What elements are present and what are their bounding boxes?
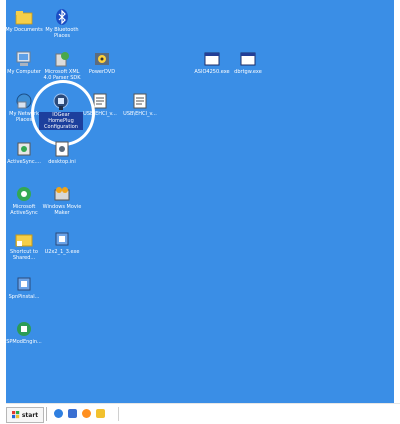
exe-window-icon xyxy=(203,50,221,68)
installer-icon xyxy=(15,320,33,338)
icon-label: desktop.ini xyxy=(48,159,76,165)
icon-label: SpnPinstal... xyxy=(8,294,40,300)
icon-label: U2x2_1_3.exe xyxy=(44,249,80,255)
icon-label: dbrtgw.exe xyxy=(234,69,262,75)
shortcut-folder-icon xyxy=(15,230,33,248)
bluetooth-icon xyxy=(53,8,71,26)
computer-icon xyxy=(15,50,33,68)
activesync-icon xyxy=(15,140,33,158)
network-icon xyxy=(15,92,33,110)
taskbar-separator xyxy=(118,407,119,421)
desktop-icon-spinpinstall[interactable]: SpnPinstal... xyxy=(2,275,46,300)
movie-maker-icon xyxy=(53,185,71,203)
highlight-circle xyxy=(31,80,95,146)
icon-label: PowerDVD xyxy=(88,69,116,75)
folder-icon xyxy=(15,8,33,26)
start-label: start xyxy=(21,411,39,419)
desktop-icon-my-bluetooth-places[interactable]: My Bluetooth Places xyxy=(40,8,84,39)
sync-icon xyxy=(15,185,33,203)
folder-icon[interactable] xyxy=(96,409,105,418)
desktop-icon-spmodengin[interactable]: SPModEngin... xyxy=(2,320,46,345)
desktop-icon-usb-2[interactable]: USB\EHCI_v... xyxy=(118,92,162,117)
dvd-player-icon xyxy=(93,50,111,68)
desktop-icon-windows-movie-maker[interactable]: Windows Movie Maker xyxy=(40,185,84,216)
icon-label: SPModEngin... xyxy=(6,339,42,345)
outlook-icon[interactable] xyxy=(68,409,77,418)
installer-icon xyxy=(15,275,33,293)
desktop-icon-desktop-ini[interactable]: desktop.ini xyxy=(40,140,84,165)
desktop-icon-microsoft-xml[interactable]: Microsoft XML 4.0 Parser SDK xyxy=(40,50,84,81)
icon-label: My Bluetooth Places xyxy=(45,27,79,39)
taskbar-separator xyxy=(46,407,47,421)
icon-label: USB\EHCI_v... xyxy=(123,111,157,117)
xml-sdk-icon xyxy=(53,50,71,68)
start-button[interactable]: start xyxy=(6,407,44,423)
settings-file-icon xyxy=(53,140,71,158)
taskbar: start xyxy=(6,403,400,424)
exe-window-icon xyxy=(239,50,257,68)
desktop-icon-dbtgw[interactable]: dbrtgw.exe xyxy=(226,50,270,75)
desktop-icon-u2[interactable]: U2x2_1_3.exe xyxy=(40,230,84,255)
document-icon xyxy=(131,92,149,110)
installer-icon xyxy=(53,230,71,248)
windows-flag-icon xyxy=(11,411,20,419)
icon-label: Windows Movie Maker xyxy=(42,204,82,216)
media-player-icon[interactable] xyxy=(82,409,91,418)
desktop-icon-powerdvd[interactable]: PowerDVD xyxy=(80,50,124,75)
frame-border xyxy=(394,0,400,403)
ie-icon[interactable] xyxy=(54,409,63,418)
